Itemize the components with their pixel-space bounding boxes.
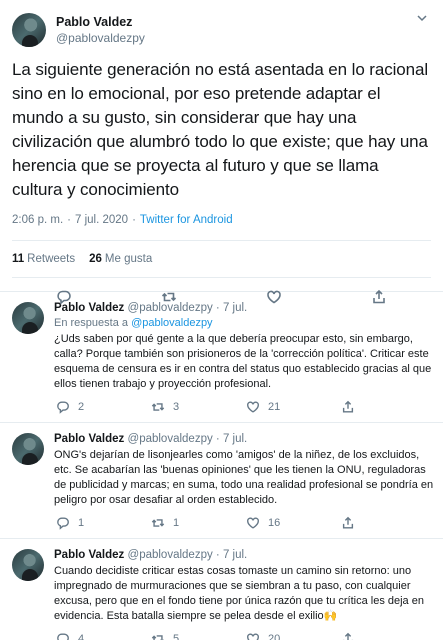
like-action[interactable]: 20 (244, 630, 339, 640)
reply-count: 2 (78, 401, 85, 413)
author-handle[interactable]: @pablovaldezpy (128, 433, 213, 445)
tweet-stats: 11 Retweets 26 Me gusta (12, 241, 431, 277)
tweet-time[interactable]: 2:06 p. m. (12, 214, 63, 226)
retweet-action[interactable]: 1 (149, 514, 244, 532)
reply-text: Cuando decidiste criticar estas cosas to… (54, 565, 424, 622)
reply-tweet[interactable]: Pablo Valdez @pablovaldezpy · 7 jul. ONG… (0, 423, 443, 539)
avatar[interactable] (12, 433, 44, 465)
retweet-icon (149, 514, 167, 532)
share-icon[interactable] (370, 288, 388, 306)
like-count: 20 (268, 633, 281, 640)
reply-icon[interactable] (55, 288, 73, 306)
reply-header: Pablo Valdez @pablovaldezpy · 7 jul. (54, 547, 434, 563)
reply-action[interactable]: 2 (54, 398, 149, 416)
author-handle[interactable]: @pablovaldezpy (56, 30, 145, 46)
reply-count: 1 (78, 517, 85, 529)
retweet-icon[interactable] (160, 288, 178, 306)
likes-stat[interactable]: 26 Me gusta (89, 253, 152, 265)
like-count: 21 (268, 401, 281, 413)
tweet-source[interactable]: Twitter for Android (140, 214, 233, 226)
likes-count: 26 (89, 253, 102, 265)
retweets-stat[interactable]: 11 Retweets (12, 253, 75, 265)
reply-text: ONG's dejarían de lisonjearles como 'ami… (54, 449, 434, 506)
reply-count: 4 (78, 633, 85, 640)
reply-icon (54, 398, 72, 416)
avatar[interactable] (12, 13, 46, 47)
share-icon (339, 398, 357, 416)
share-icon (339, 514, 357, 532)
reply-to-handle[interactable]: @pablovaldezpy (131, 317, 213, 329)
reply-to-line: En respuesta a @pablovaldezpy (54, 316, 434, 331)
share-icon (339, 630, 357, 640)
chevron-down-icon[interactable] (413, 12, 431, 30)
retweets-count: 11 (12, 253, 25, 265)
author-name[interactable]: Pablo Valdez (54, 549, 124, 561)
main-tweet: Pablo Valdez @pablovaldezpy La siguiente… (0, 0, 443, 305)
reply-body: Pablo Valdez @pablovaldezpy · 7 jul. En … (54, 300, 434, 422)
tweet-date[interactable]: 7 jul. 2020 (75, 214, 128, 226)
meta-dot: · (132, 214, 136, 226)
retweet-icon (149, 630, 167, 640)
retweet-count: 3 (173, 401, 180, 413)
main-tweet-actions (12, 277, 431, 315)
tweet-meta: 2:06 p. m. · 7 jul. 2020 · Twitter for A… (12, 214, 431, 226)
tweet-text: La siguiente generación no está asentada… (12, 60, 429, 199)
author-name[interactable]: Pablo Valdez (54, 433, 124, 445)
share-action[interactable] (339, 398, 434, 416)
reply-date[interactable]: · 7 jul. (216, 549, 247, 561)
reply-header: Pablo Valdez @pablovaldezpy · 7 jul. (54, 431, 434, 447)
share-action[interactable] (339, 514, 434, 532)
like-count: 16 (268, 517, 281, 529)
reply-action[interactable]: 1 (54, 514, 149, 532)
avatar[interactable] (12, 302, 44, 334)
like-action[interactable]: 21 (244, 398, 339, 416)
main-tweet-header: Pablo Valdez @pablovaldezpy (12, 10, 431, 50)
retweet-count: 1 (173, 517, 180, 529)
retweet-count: 5 (173, 633, 180, 640)
avatar[interactable] (12, 549, 44, 581)
author-info: Pablo Valdez @pablovaldezpy (56, 14, 145, 46)
heart-icon (244, 514, 262, 532)
author-handle[interactable]: @pablovaldezpy (128, 549, 213, 561)
reply-actions: 1 1 16 (54, 508, 434, 538)
heart-icon[interactable] (265, 288, 283, 306)
heart-icon (244, 398, 262, 416)
retweet-action[interactable]: 3 (149, 398, 244, 416)
retweets-label: Retweets (27, 253, 76, 265)
reply-text: ¿Uds saben por qué gente a la que deberí… (54, 333, 432, 390)
reply-to-prefix: En respuesta a (54, 317, 128, 329)
reply-actions: 4 5 20 (54, 624, 434, 640)
retweet-action[interactable]: 5 (149, 630, 244, 640)
reply-date[interactable]: · 7 jul. (216, 433, 247, 445)
author-name[interactable]: Pablo Valdez (56, 14, 145, 30)
reply-action[interactable]: 4 (54, 630, 149, 640)
share-action[interactable] (339, 630, 434, 640)
reply-tweet[interactable]: Pablo Valdez @pablovaldezpy · 7 jul. Cua… (0, 539, 443, 640)
reply-body: Pablo Valdez @pablovaldezpy · 7 jul. ONG… (54, 431, 434, 538)
reply-icon (54, 630, 72, 640)
like-action[interactable]: 16 (244, 514, 339, 532)
meta-dot: · (67, 214, 71, 226)
reply-body: Pablo Valdez @pablovaldezpy · 7 jul. Cua… (54, 547, 434, 640)
heart-icon (244, 630, 262, 640)
likes-label: Me gusta (104, 253, 153, 265)
reply-actions: 2 3 21 (54, 392, 434, 422)
retweet-icon (149, 398, 167, 416)
reply-icon (54, 514, 72, 532)
